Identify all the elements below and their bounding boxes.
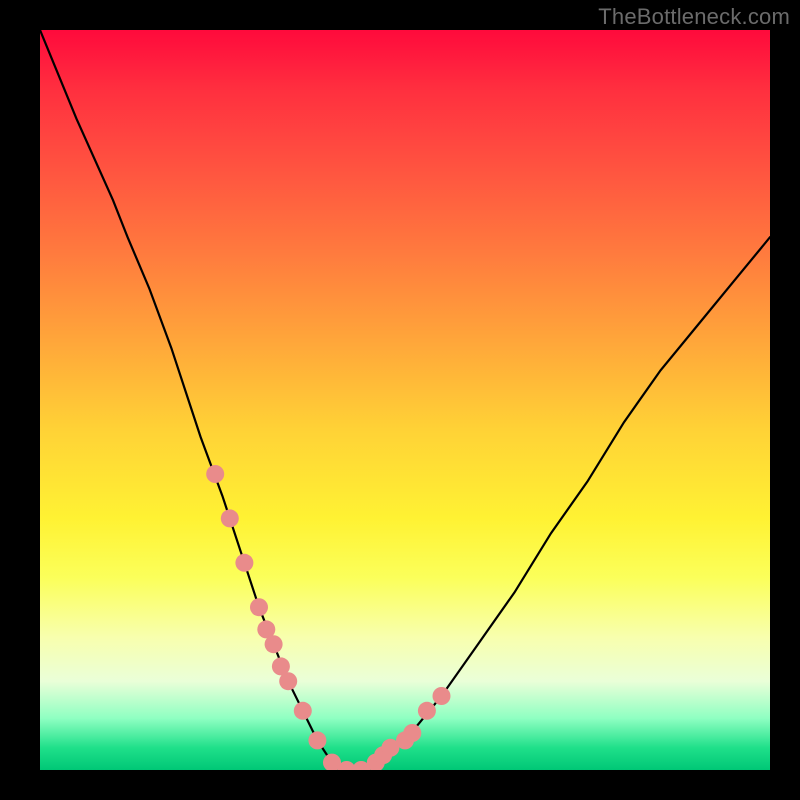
watermark-text: TheBottleneck.com bbox=[598, 4, 790, 30]
curve-overlay bbox=[40, 30, 770, 770]
highlight-dot bbox=[235, 554, 253, 572]
highlight-dot bbox=[250, 598, 268, 616]
highlight-dot bbox=[206, 465, 224, 483]
highlight-dot bbox=[418, 702, 436, 720]
highlight-dot bbox=[433, 687, 451, 705]
highlight-dot bbox=[221, 509, 239, 527]
highlight-dot bbox=[294, 702, 312, 720]
highlight-dot bbox=[308, 731, 326, 749]
highlight-dot bbox=[279, 672, 297, 690]
highlight-dot bbox=[265, 635, 283, 653]
plot-area bbox=[40, 30, 770, 770]
chart-frame: TheBottleneck.com bbox=[0, 0, 800, 800]
highlight-dot bbox=[403, 724, 421, 742]
highlight-dots bbox=[206, 465, 450, 770]
bottleneck-curve bbox=[40, 30, 770, 770]
